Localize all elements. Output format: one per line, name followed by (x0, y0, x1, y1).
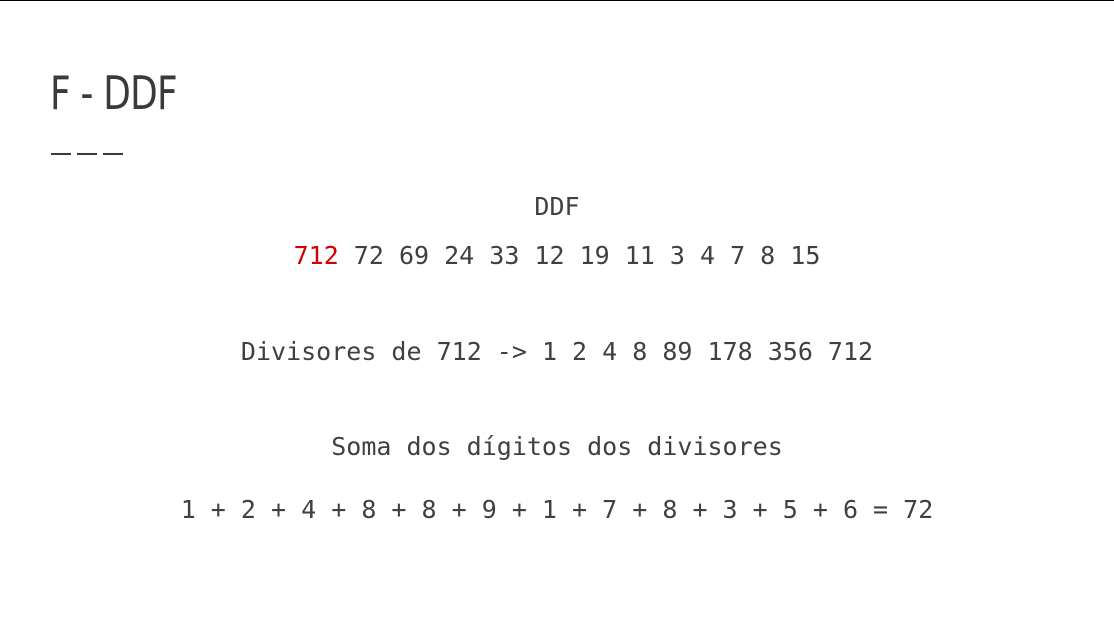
ddf-sequence: 712 72 69 24 33 12 19 11 3 4 7 8 15 (0, 241, 1114, 271)
sequence-values: 72 69 24 33 12 19 11 3 4 7 8 15 (338, 241, 821, 270)
divisors-line: Divisores de 712 -> 1 2 4 8 89 178 356 7… (240, 337, 874, 366)
title-underline (51, 153, 123, 155)
top-border (0, 0, 1114, 1)
ddf-heading: DDF (534, 192, 580, 221)
digit-sum-heading: Soma dos dígitos dos divisores (331, 432, 783, 461)
slide-title: F - DDF (50, 66, 178, 120)
digit-sum-equation: 1 + 2 + 4 + 8 + 8 + 9 + 1 + 7 + 8 + 3 + … (180, 495, 934, 524)
sequence-highlighted-value: 712 (293, 241, 339, 270)
